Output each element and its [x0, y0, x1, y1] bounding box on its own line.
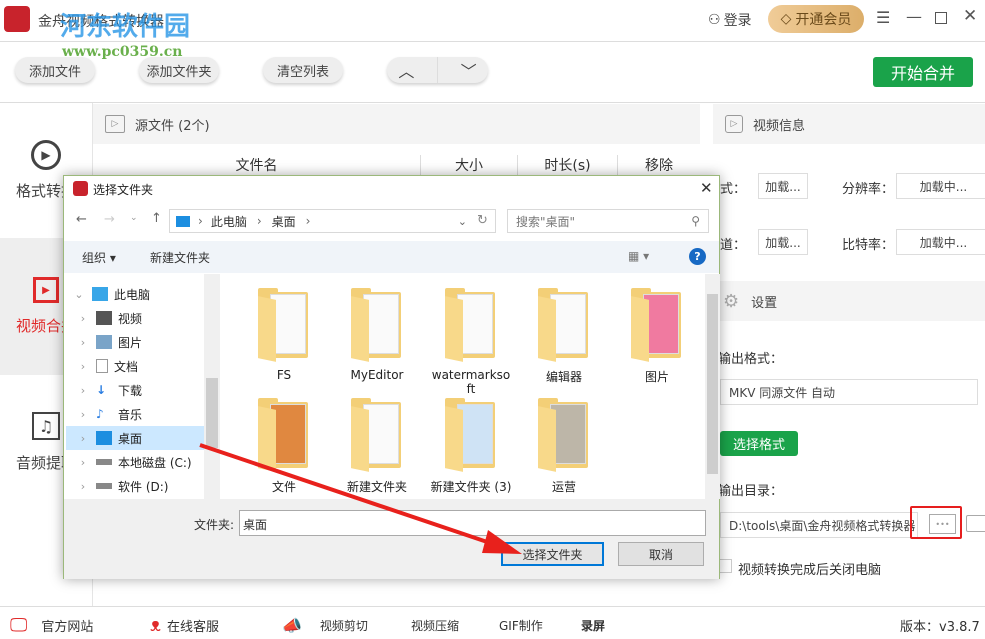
annotation-arrow: [199, 443, 522, 554]
